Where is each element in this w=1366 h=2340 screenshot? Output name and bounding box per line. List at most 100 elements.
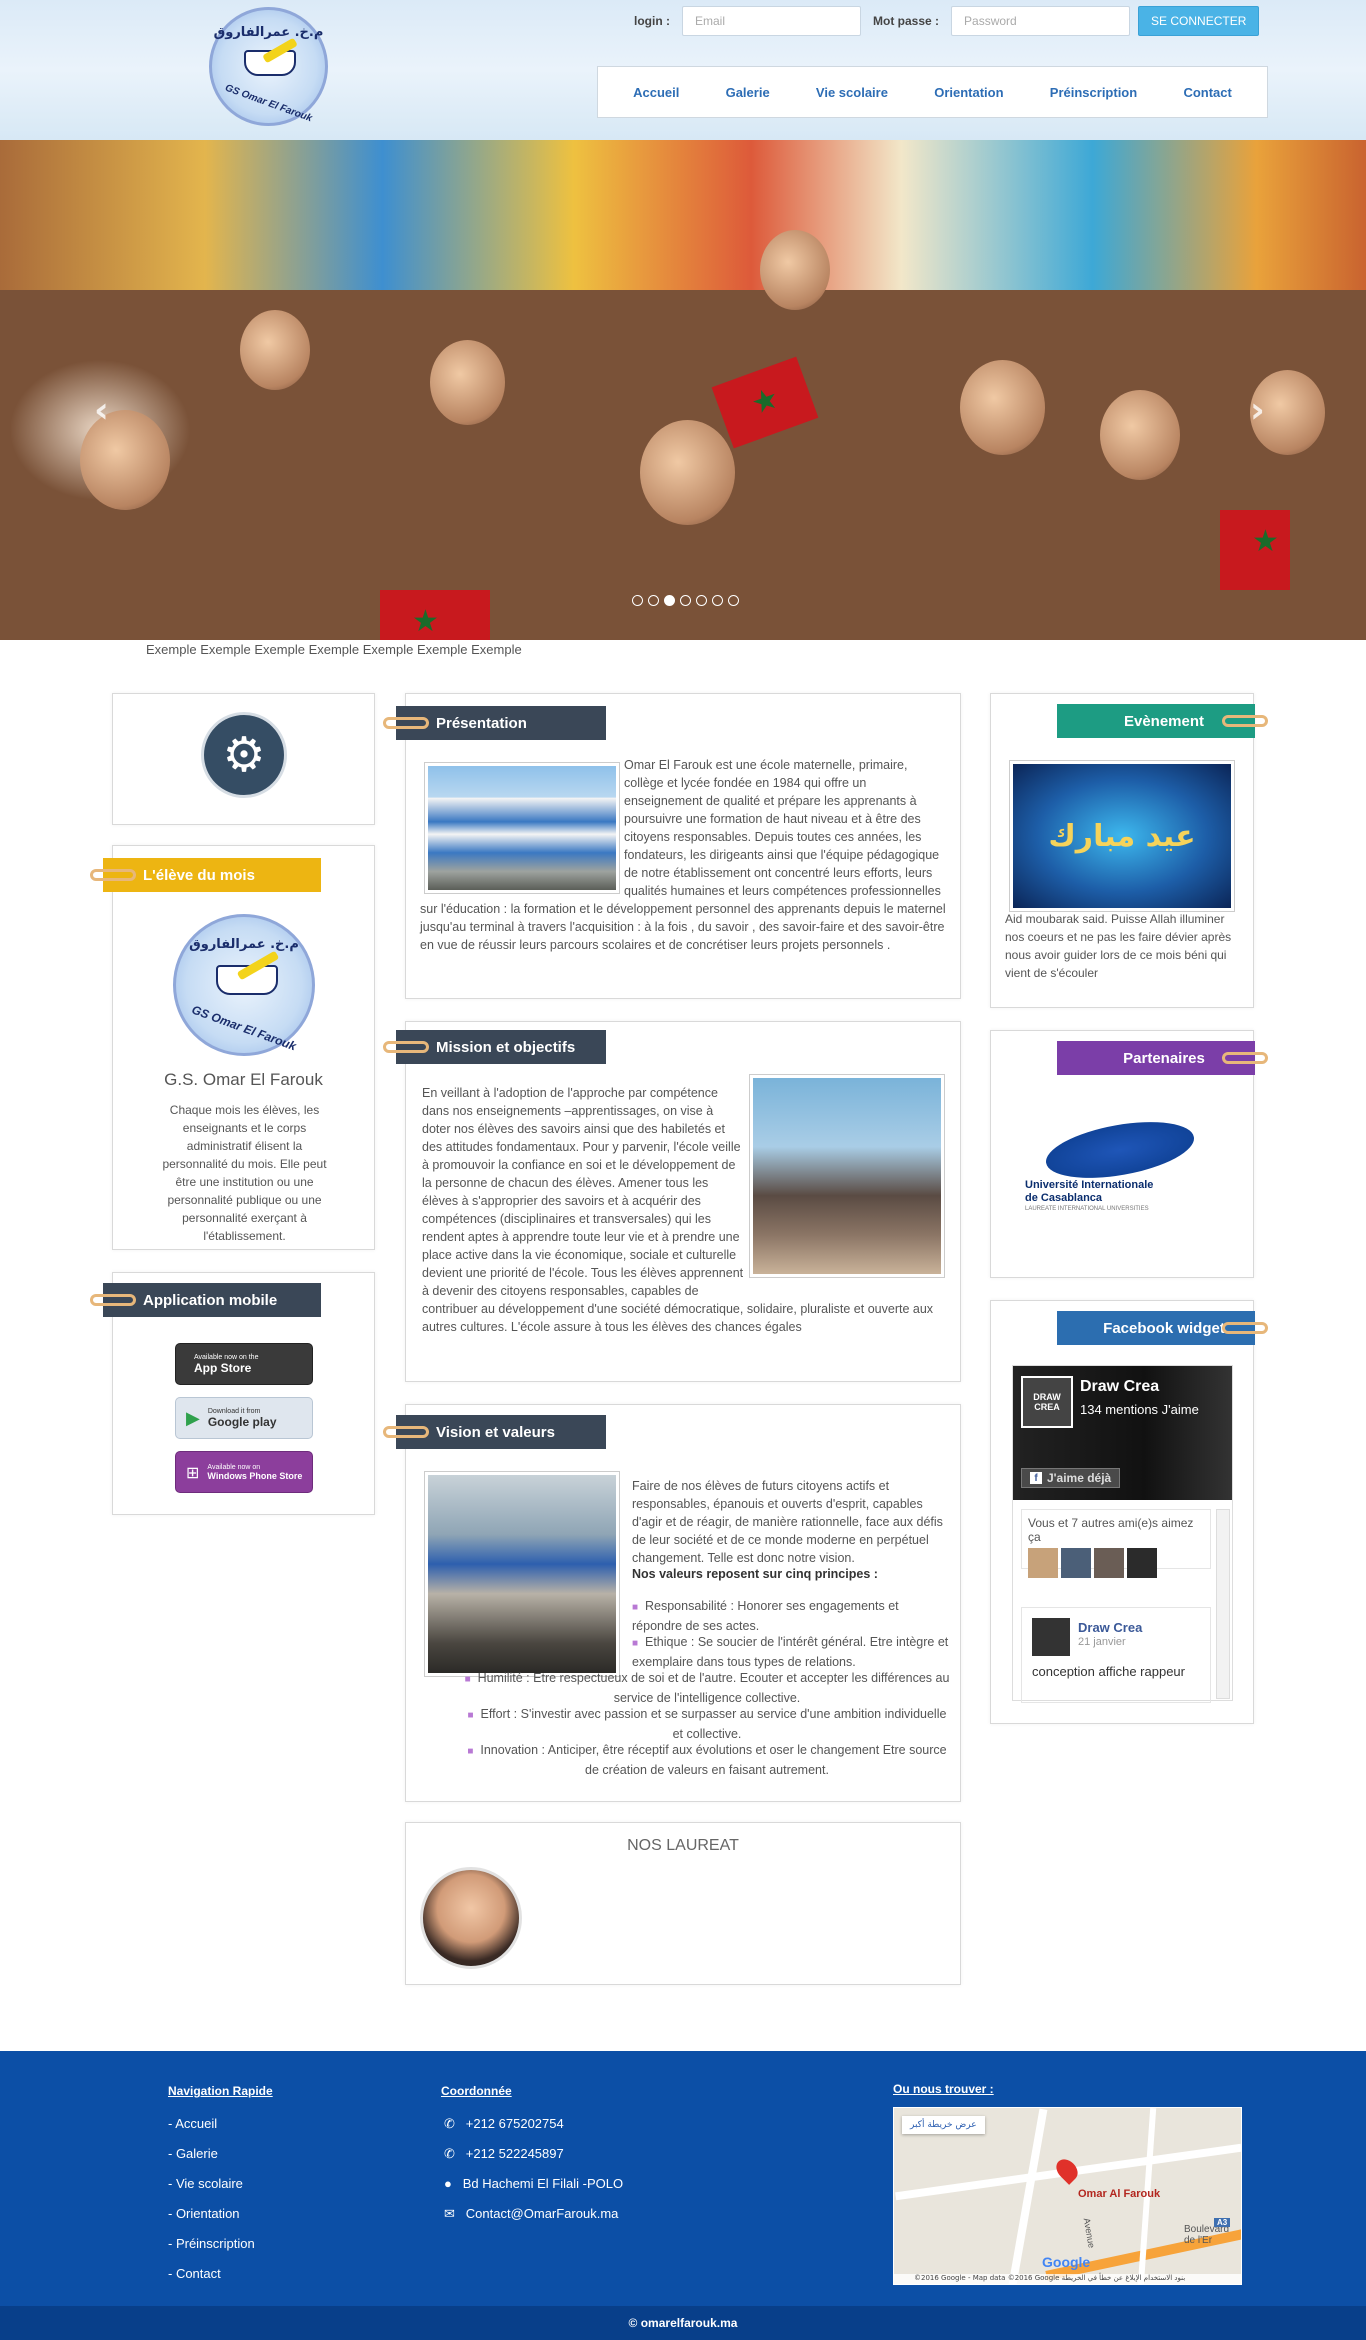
slider-dot[interactable] (712, 595, 723, 606)
logo-ring-text: GS Omar El Farouk (189, 1002, 299, 1054)
values-title: Nos valeurs reposent sur cinq principes … (632, 1567, 878, 1581)
laureat-avatar[interactable] (420, 1867, 522, 1969)
laureat-box: NOS LAUREAT (405, 1822, 961, 1985)
presentation-ribbon: Présentation (383, 706, 606, 740)
map-marker-label: Omar Al Farouk (1078, 2188, 1161, 2200)
email-text[interactable]: Contact@OmarFarouk.ma (466, 2206, 619, 2221)
eleve-title: L'élève du mois (143, 866, 255, 884)
eleve-logo: م.خ. عمرالفاروق GS Omar El Farouk (173, 914, 315, 1056)
facebook-post-date[interactable]: 21 janvier (1078, 1636, 1126, 1648)
slider-dot[interactable] (696, 595, 707, 606)
laureat-title: NOS LAUREAT (627, 1837, 739, 1854)
app-store-label: App Store (194, 1360, 252, 1375)
facebook-post-author[interactable]: Draw Crea (1078, 1620, 1142, 1635)
password-input[interactable] (951, 6, 1131, 36)
footer-link-orientation[interactable]: - Orientation (168, 2206, 240, 2221)
nav-vie-scolaire[interactable]: Vie scolaire (816, 85, 888, 100)
slider-dot[interactable] (680, 595, 691, 606)
mission-ribbon: Mission et objectifs (383, 1030, 606, 1064)
vision-title: Vision et valeurs (436, 1423, 555, 1441)
friend-avatar[interactable] (1028, 1548, 1058, 1578)
windows-store-button[interactable]: ⊞ Available now on Windows Phone Store (175, 1451, 313, 1493)
slider-figure (1100, 390, 1180, 480)
paperclip-icon (383, 717, 429, 729)
partner-name-line2: de Casablanca (1025, 1192, 1103, 1204)
map-marker-icon[interactable] (1052, 2155, 1082, 2185)
footer-address: ● Bd Hachemi El Filali -POLO (444, 2176, 623, 2191)
app-ribbon: Application mobile (90, 1283, 321, 1317)
slider-caption: Exemple Exemple Exemple Exemple Exemple … (146, 642, 522, 657)
nav-orientation[interactable]: Orientation (934, 85, 1003, 100)
login-label: login : (634, 14, 670, 28)
facebook-scrollbar[interactable] (1216, 1509, 1230, 1699)
eleve-ribbon: L'élève du mois (90, 858, 321, 892)
slider-figure (240, 310, 310, 390)
footer-link-preinscription[interactable]: - Préinscription (168, 2236, 255, 2251)
slider-dot[interactable] (728, 595, 739, 606)
value-text: Responsabilité : Honorer ses engagements… (632, 1599, 899, 1633)
app-title: Application mobile (143, 1291, 278, 1309)
google-play-small: Download it from (207, 1407, 261, 1415)
draw-crea-logo: DRAW CREA (1021, 1376, 1073, 1428)
footer-link-vie-scolaire[interactable]: - Vie scolaire (168, 2176, 243, 2191)
friend-avatar[interactable] (1127, 1548, 1157, 1578)
chevron-left-icon[interactable]: ‹ (94, 390, 109, 431)
vision-photo (424, 1471, 620, 1677)
nav-galerie[interactable]: Galerie (726, 85, 770, 100)
facebook-likes-count: 134 mentions J'aime (1080, 1402, 1199, 1417)
facebook-friends-text: Vous et 7 autres ami(e)s aimez ça (1028, 1516, 1194, 1544)
footer-email[interactable]: ✉ Contact@OmarFarouk.ma (444, 2206, 618, 2222)
partenaires-box: Partenaires Université Internationale de… (990, 1030, 1268, 1278)
location-map[interactable]: عرض خريطة أكبر Omar Al Farouk Boulevard … (893, 2107, 1242, 2285)
facebook-widget[interactable]: DRAW CREA Draw Crea 134 mentions J'aime … (1012, 1365, 1233, 1703)
windows-icon: ⊞ (186, 1462, 200, 1482)
value-text: Innovation : Anticiper, être réceptif au… (480, 1743, 947, 1777)
footer-map-title: Ou nous trouver : (893, 2082, 994, 2096)
nav-contact[interactable]: Contact (1183, 85, 1231, 100)
evenement-ribbon: Evènement (1057, 704, 1268, 738)
draw-crea-avatar[interactable] (1032, 1618, 1070, 1656)
school-logo[interactable]: م.خ. عمرالفاروق GS Omar El Farouk (209, 7, 328, 126)
google-play-button[interactable]: ▶ Download it from Google play (175, 1397, 313, 1439)
facebook-post-text: conception affiche rappeur (1032, 1664, 1185, 1679)
windows-store-label: Windows Phone Store (207, 1470, 303, 1481)
login-button[interactable]: SE CONNECTER (1138, 6, 1260, 36)
larger-map-link[interactable]: عرض خريطة أكبر (902, 2116, 985, 2134)
app-store-button[interactable]: Available now on the App Store (175, 1343, 313, 1385)
friend-avatar[interactable] (1094, 1548, 1124, 1578)
presentation-title: Présentation (436, 714, 527, 732)
main-nav: Accueil Galerie Vie scolaire Orientation… (597, 66, 1268, 118)
bullet-icon: ■ (632, 1638, 639, 1649)
bullet-icon: ■ (467, 1710, 474, 1721)
google-logo: Google (1042, 2254, 1091, 2270)
footer-link-contact[interactable]: - Contact (168, 2266, 221, 2281)
nav-preinscription[interactable]: Préinscription (1050, 85, 1137, 100)
paperclip-icon (90, 1294, 136, 1306)
mission-box: Mission et objectifs En veillant à l'ado… (383, 1021, 961, 1382)
slider-dot[interactable] (648, 595, 659, 606)
value-item: ■ Responsabilité : Honorer ses engagemen… (632, 1597, 952, 1635)
facebook-page-name[interactable]: Draw Crea (1080, 1378, 1159, 1396)
slider-dot[interactable] (632, 595, 643, 606)
bullet-icon: ■ (467, 1746, 474, 1757)
slider-dot-active[interactable] (664, 595, 675, 606)
facebook-like-button[interactable]: f J'aime déjà (1021, 1468, 1121, 1488)
friend-avatar[interactable] (1061, 1548, 1091, 1578)
login-form: login : Mot passe : SE CONNECTER (634, 6, 1260, 36)
value-text: Ethique : Se soucier de l'intérêt généra… (632, 1635, 949, 1669)
address-text: Bd Hachemi El Filali -POLO (462, 2176, 624, 2191)
email-input[interactable] (682, 6, 861, 36)
value-text: Humilité : Etre respectueux de soi et de… (477, 1671, 950, 1705)
nav-accueil[interactable]: Accueil (633, 85, 679, 100)
evenement-box: Evènement عيد مبارك Aid moubarak said. P… (990, 693, 1268, 1008)
slider-figure (430, 340, 505, 425)
map-road-label: Boulevard de l'Er (1184, 2224, 1230, 2246)
chevron-right-icon[interactable]: › (1250, 390, 1265, 431)
facebook-post: Draw Crea 21 janvier conception affiche … (1021, 1607, 1211, 1703)
footer-link-galerie[interactable]: - Galerie (168, 2146, 218, 2161)
partner-uic-logo[interactable]: Université Internationale de Casablanca … (1005, 1112, 1235, 1235)
partner-name-line1: Université Internationale (1025, 1179, 1154, 1191)
hero-slider[interactable]: ‹ › (0, 140, 1366, 640)
footer-link-accueil[interactable]: - Accueil (168, 2116, 217, 2131)
facebook-ribbon: Facebook widget (1057, 1311, 1268, 1345)
